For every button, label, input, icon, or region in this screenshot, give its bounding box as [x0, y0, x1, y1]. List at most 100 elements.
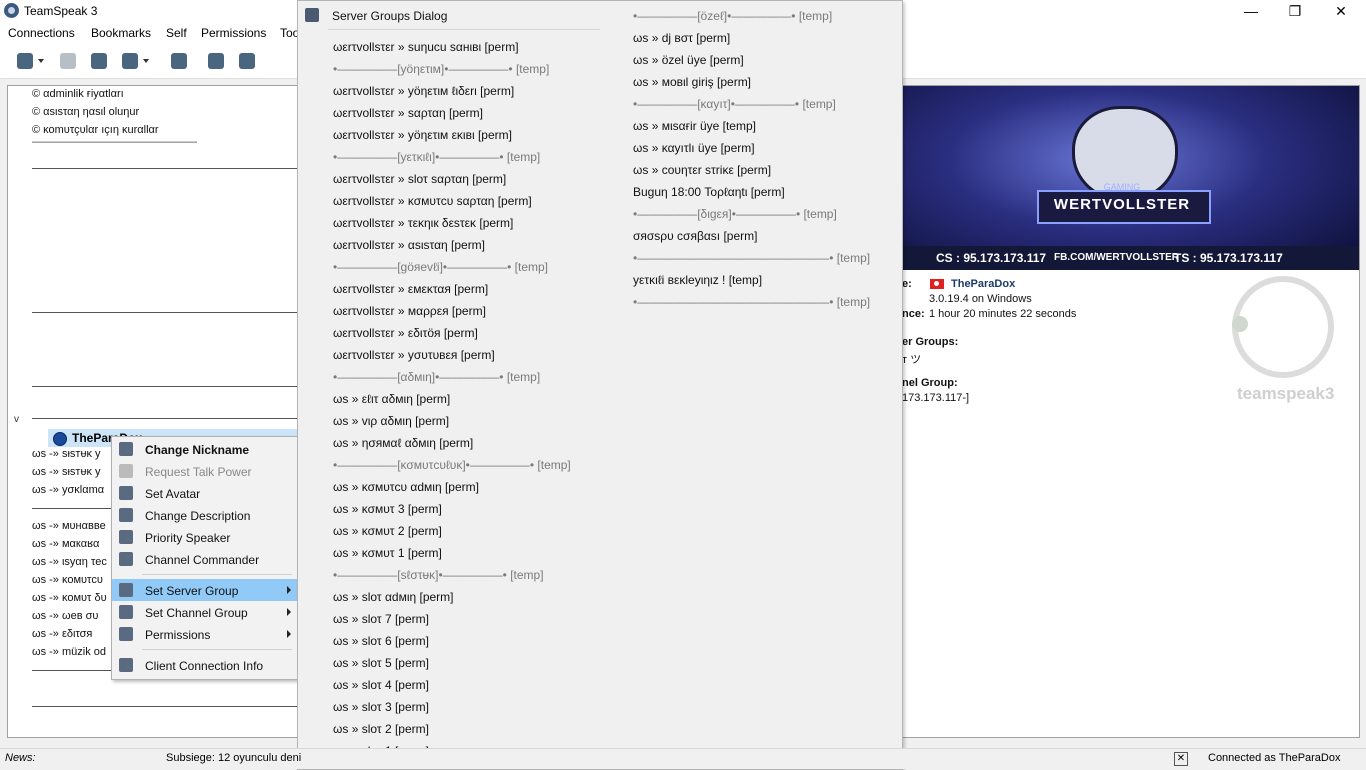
menu-item-priority-speaker[interactable]: Priority Speaker [112, 526, 298, 548]
identity-button[interactable] [236, 50, 258, 72]
close-news-icon[interactable]: ✕ [1174, 752, 1188, 766]
server-group-item[interactable]: •—————[αδмιη]•—————• [temp] [333, 370, 540, 384]
channel-item[interactable]: ωs -» ωeв συ [32, 610, 98, 622]
channel-item[interactable]: ωs -» sᵼsᴛᵾκ y [32, 466, 101, 478]
server-group-item[interactable]: ωs » slοτ αdмιη [perm] [333, 590, 454, 604]
server-group-item[interactable]: •—————[yöηετιм]•—————• [temp] [333, 62, 549, 76]
menu-permissions[interactable]: Permissions [201, 26, 266, 40]
channel-item[interactable]: ωs -» müzik οd [32, 646, 106, 658]
server-group-item[interactable]: ωs » κσмυτ 1 [perm] [333, 546, 442, 560]
server-group-item[interactable]: ωs » κσмυτ 2 [perm] [333, 524, 442, 538]
server-group-item[interactable]: ωs » мιsαғir üye [temp] [633, 119, 756, 133]
server-group-item[interactable]: •—————[yετκιℓι]•—————• [temp] [333, 150, 540, 164]
server-group-item[interactable]: •—————[sℓστᵾκ]•—————• [temp] [333, 568, 544, 582]
server-group-item[interactable]: •—————[κσмυτcυℓυκ]•—————• [temp] [333, 458, 571, 472]
server-group-item[interactable]: ωs » slοτ 7 [perm] [333, 612, 429, 626]
news-ticker[interactable]: Subsiege: 12 oyunculu deni [166, 752, 301, 764]
server-group-item[interactable]: ωs » vιρ αδмιη [perm] [333, 414, 449, 428]
chat-button[interactable] [168, 50, 190, 72]
menu-connections[interactable]: Connections [8, 26, 75, 40]
server-group-item[interactable]: ωs » dj вστ [perm] [633, 31, 730, 45]
server-group-item[interactable]: ωs » εℓιτ αδмιη [perm] [333, 392, 450, 406]
server-group-item[interactable]: ωεrτvollsτεr » yσυτυвεя [perm] [333, 348, 495, 362]
disconnect-button[interactable] [14, 50, 44, 72]
menu-self[interactable]: Self [166, 26, 187, 40]
server-group-item[interactable]: ωs » slοτ 4 [perm] [333, 678, 429, 692]
contacts-button[interactable] [205, 50, 227, 72]
server-group-item[interactable]: σяσsρυ cσяβαsı [perm] [633, 229, 757, 243]
server-group-item[interactable]: ωεrτvollsτεr » yöηετιм εκιвι [perm] [333, 128, 512, 142]
channel-item[interactable]: ωs -» εδιτσя [32, 628, 92, 640]
channel-item[interactable]: © αsιsταη ηαsιl οluηur [32, 106, 139, 118]
mute-microphone-button[interactable] [88, 50, 110, 72]
online-since-value: 1 hour 20 minutes 22 seconds [929, 308, 1077, 320]
away-button[interactable] [57, 50, 79, 72]
channel-item[interactable]: ωs -» ιsyαη τec [32, 556, 107, 568]
mute-speakers-button[interactable] [119, 50, 149, 72]
server-group-item[interactable]: ωs » cουητεr sτriκε [perm] [633, 163, 771, 177]
menu-item-set-channel-group[interactable]: Set Channel Group [112, 601, 298, 623]
channel-item[interactable]: ωs -» sᵼsᴛᵾκ y [32, 448, 101, 460]
server-group-item[interactable]: ωs » slοτ 2 [perm] [333, 722, 429, 736]
server-group-item[interactable]: ωεrτvollsτεr » yöηετιм ℓιδεrι [perm] [333, 84, 514, 98]
menu-item-set-server-group[interactable]: Set Server Group [112, 579, 298, 601]
server-groups-label: er Groups: [902, 336, 959, 348]
server-group-item[interactable]: •—————[διgεя]•—————• [temp] [633, 207, 837, 221]
server-group-item[interactable]: ωεrτvollsτεr » suηucu sαнιвι [perm] [333, 40, 519, 54]
server-group-item[interactable]: •—————[καyıτ]•—————• [temp] [633, 97, 836, 111]
channel-item[interactable]: © κοmυτçυlαr ıçıη κurαllαr [32, 124, 159, 136]
chevron-down-icon[interactable]: v [14, 414, 19, 425]
menu-separator [142, 574, 292, 575]
menu-item-label: Set Server Group [145, 584, 239, 598]
menu-item-set-avatar[interactable]: Set Avatar [112, 482, 298, 504]
channel-item[interactable]: ωs -» yσκlαmα [32, 484, 104, 496]
channel-item[interactable]: ωs -» κοмυτcυ [32, 574, 103, 586]
channel-item[interactable]: ωs -» мυнαввe [32, 520, 106, 532]
server-group-item[interactable]: ωs » slοτ 3 [perm] [333, 700, 429, 714]
server-groups-dialog-item[interactable]: Server Groups Dialog [332, 9, 447, 23]
server-group-item[interactable]: ωs » κσмυτ 3 [perm] [333, 502, 442, 516]
server-group-item[interactable]: ωεrτvollsτεr » εδιτöя [perm] [333, 326, 478, 340]
menu-item-label: Set Avatar [145, 487, 201, 501]
close-button[interactable]: ✕ [1318, 0, 1364, 22]
server-group-item[interactable]: ωs » мοвιl giriş [perm] [633, 75, 751, 89]
away-icon [60, 53, 76, 69]
server-group-item[interactable]: ωεrτvollsτεr » εмεκταя [perm] [333, 282, 488, 296]
server-group-item[interactable]: ωεrτvollsτεr » αsιsταη [perm] [333, 238, 485, 252]
server-group-item[interactable]: ωεrτvollsτεr » мαρρεя [perm] [333, 304, 486, 318]
spacer-line [32, 418, 298, 419]
server-group-item[interactable]: Buguη 18:00 Toρℓαηtι [perm] [633, 185, 785, 199]
minimize-button[interactable]: — [1228, 0, 1274, 22]
server-group-item[interactable]: ωεrτvollsτεr » τεκηιк δεsτεκ [perm] [333, 216, 513, 230]
server-group-item[interactable]: ωs » slοτ 6 [perm] [333, 634, 429, 648]
menu-item-channel-commander[interactable]: Channel Commander [112, 548, 298, 570]
server-group-item[interactable]: ωεrτvollsτεr » slοτ sαρταη [perm] [333, 172, 506, 186]
server-group-item[interactable]: •—————[göяevℓi]•—————• [temp] [333, 260, 548, 274]
menu-separator [142, 649, 292, 650]
channel-item[interactable]: ωs -» κοмυτ δυ [32, 592, 107, 604]
client-version: 3.0.19.4 on Windows [929, 293, 1032, 305]
server-group-item[interactable]: ωεrτvollsτεr » κσмυτcυ sαρταη [perm] [333, 194, 532, 208]
maximize-button[interactable]: ❐ [1272, 0, 1318, 22]
microphone-icon [119, 530, 133, 544]
server-group-item[interactable]: ωs » slοτ 5 [perm] [333, 656, 429, 670]
menu-item-change-nickname[interactable]: Change Nickname [112, 438, 298, 460]
menu-bookmarks[interactable]: Bookmarks [91, 26, 151, 40]
menu-item-permissions[interactable]: Permissions [112, 623, 298, 645]
server-group-item[interactable]: •————————————————• [temp] [633, 295, 870, 309]
channel-item[interactable]: ωs -» мαкαʁα [32, 538, 99, 550]
menu-item-request-talk-power[interactable]: Request Talk Power [112, 460, 298, 482]
server-group-item[interactable]: ωεrτvollsτεr » sαρταη [perm] [333, 106, 483, 120]
server-banner[interactable]: GAMING WERTVOLLSTER CS : 95.173.173.117 … [902, 86, 1359, 270]
menu-item-client-connection-info[interactable]: Client Connection Info [112, 654, 298, 676]
server-group-item[interactable]: •—————[özeℓ]•—————• [temp] [633, 9, 832, 23]
server-group-item[interactable]: yετκιℓi вεκleyιηιz ! [temp] [633, 273, 762, 287]
menu-item-change-description[interactable]: Change Description [112, 504, 298, 526]
server-group-item[interactable]: ωs » özel üye [perm] [633, 53, 744, 67]
channel-item[interactable]: © αdminlik ғiyαtlαrı [32, 88, 124, 100]
server-group-item[interactable]: ωs » κσмυτcυ αdмιη [perm] [333, 480, 479, 494]
menu-separator [328, 29, 600, 30]
server-group-item[interactable]: ωs » καyıτlı üye [perm] [633, 141, 755, 155]
server-group-item[interactable]: ωs » ησямαℓ αδмιη [perm] [333, 436, 473, 450]
server-group-item[interactable]: •————————————————• [temp] [633, 251, 870, 265]
